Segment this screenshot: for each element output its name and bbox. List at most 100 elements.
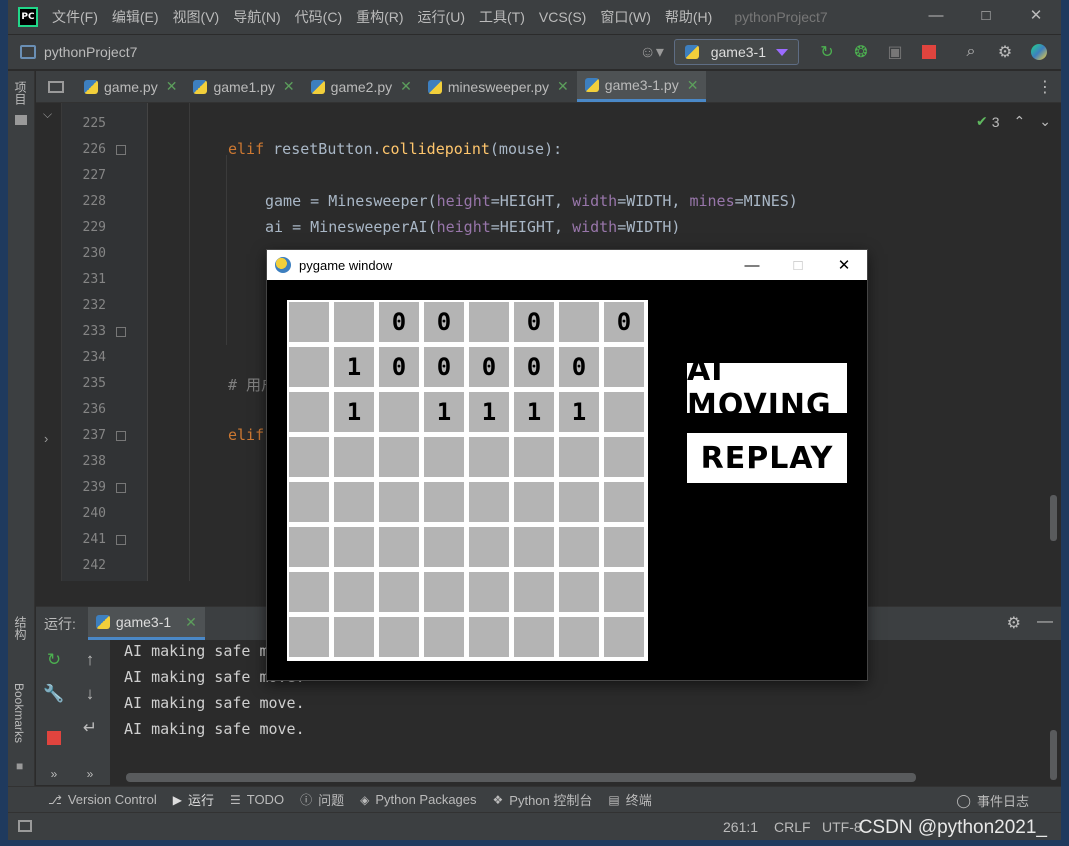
board-cell[interactable] [559, 527, 599, 567]
panel-toggle-icon[interactable] [36, 71, 76, 102]
board-cell[interactable] [604, 617, 644, 657]
board-cell[interactable] [559, 437, 599, 477]
board-cell[interactable] [514, 482, 554, 522]
fold-marker-icon[interactable] [116, 145, 126, 155]
close-icon[interactable]: ✕ [687, 77, 699, 94]
inspection-widget[interactable]: ✔ 3 ⌃ ⌄ [976, 113, 1051, 130]
board-cell[interactable]: 0 [469, 347, 509, 387]
board-cell[interactable]: 0 [379, 302, 419, 342]
board-cell[interactable]: 1 [559, 392, 599, 432]
board-cell[interactable] [334, 617, 374, 657]
chevron-up-icon[interactable]: ⌃ [1014, 113, 1026, 130]
menu-navigate[interactable]: 导航(N) [233, 7, 280, 27]
coverage-icon[interactable]: ▣ [881, 38, 909, 66]
menu-window[interactable]: 窗口(W) [600, 7, 651, 27]
tab-game[interactable]: game.py ✕ [76, 71, 185, 102]
tab-game3-1[interactable]: game3-1.py ✕ [576, 71, 707, 102]
editor-scrollbar[interactable] [1050, 495, 1057, 541]
debug-icon[interactable]: ❂ [847, 38, 875, 66]
board-cell[interactable] [379, 617, 419, 657]
board-cell[interactable] [379, 482, 419, 522]
tool-version-control[interactable]: ⎇ Version Control [48, 792, 157, 807]
board-cell[interactable] [469, 302, 509, 342]
board-cell[interactable]: 0 [559, 347, 599, 387]
board-cell[interactable] [604, 392, 644, 432]
menu-code[interactable]: 代码(C) [295, 7, 342, 27]
board-cell[interactable] [334, 482, 374, 522]
gear-icon[interactable]: ⚙ [1007, 613, 1021, 633]
close-icon[interactable]: ✕ [821, 250, 867, 280]
board-cell[interactable] [469, 437, 509, 477]
board-cell[interactable] [289, 482, 329, 522]
board-cell[interactable]: 0 [604, 302, 644, 342]
board-cell[interactable] [424, 482, 464, 522]
line-separator[interactable]: CRLF [774, 819, 811, 835]
close-icon[interactable]: ✕ [400, 78, 412, 95]
close-icon[interactable]: ✕ [1011, 0, 1061, 30]
menu-help[interactable]: 帮助(H) [665, 7, 712, 27]
board-cell[interactable] [379, 437, 419, 477]
board-cell[interactable] [289, 527, 329, 567]
tab-game1[interactable]: game1.py ✕ [185, 71, 302, 102]
board-cell[interactable] [604, 347, 644, 387]
tab-game2[interactable]: game2.py ✕ [303, 71, 420, 102]
board-cell[interactable] [289, 617, 329, 657]
menu-run[interactable]: 运行(U) [418, 7, 465, 27]
run-tab[interactable]: game3-1 ✕ [87, 607, 205, 640]
board-cell[interactable] [424, 617, 464, 657]
board-cell[interactable] [469, 527, 509, 567]
file-encoding[interactable]: UTF-8 [822, 819, 862, 835]
board-cell[interactable]: 1 [469, 392, 509, 432]
close-icon[interactable]: ✕ [557, 78, 569, 95]
menu-edit[interactable]: 编辑(E) [112, 7, 159, 27]
fold-marker-icon[interactable] [116, 483, 126, 493]
pygame-titlebar[interactable]: pygame window — □ ✕ [267, 250, 867, 280]
board-cell[interactable] [559, 482, 599, 522]
chevron-down-icon[interactable]: ⌵ [43, 107, 52, 122]
user-icon[interactable]: ☺▾ [638, 38, 666, 66]
menu-view[interactable]: 视图(V) [173, 7, 220, 27]
board-cell[interactable]: 1 [334, 347, 374, 387]
board-cell[interactable] [469, 482, 509, 522]
board-cell[interactable] [334, 437, 374, 477]
structure-tool-label[interactable]: 结构 [12, 616, 29, 640]
board-cell[interactable] [379, 392, 419, 432]
plugin-icon[interactable] [1025, 38, 1053, 66]
board-cell[interactable] [514, 572, 554, 612]
board-cell[interactable]: 1 [514, 392, 554, 432]
stop-icon[interactable] [42, 726, 66, 750]
board-cell[interactable]: 0 [514, 347, 554, 387]
board-cell[interactable] [559, 302, 599, 342]
board-cell[interactable] [604, 527, 644, 567]
board-cell[interactable]: 1 [424, 392, 464, 432]
minimize-icon[interactable]: — [911, 0, 961, 30]
board-cell[interactable]: 0 [424, 347, 464, 387]
menu-vcs[interactable]: VCS(S) [539, 9, 586, 25]
more-icon[interactable]: » [42, 762, 66, 786]
fold-marker-icon[interactable] [116, 535, 126, 545]
more-tabs-icon[interactable]: ⋮ [1037, 77, 1053, 97]
search-icon[interactable]: ⌕ [957, 38, 985, 66]
board-cell[interactable] [424, 437, 464, 477]
project-tool-label[interactable]: 项目 [12, 81, 29, 105]
rerun-icon[interactable]: ↻ [42, 648, 66, 672]
more-icon[interactable]: » [78, 762, 102, 786]
board-cell[interactable]: 1 [334, 392, 374, 432]
board-cell[interactable] [559, 617, 599, 657]
tab-minesweeper[interactable]: minesweeper.py ✕ [420, 71, 577, 102]
console-hscrollbar[interactable] [126, 773, 916, 782]
arrow-down-icon[interactable]: ↓ [78, 682, 102, 706]
rerun-icon[interactable]: ↻ [813, 38, 841, 66]
board-cell[interactable] [289, 392, 329, 432]
board-cell[interactable] [559, 572, 599, 612]
maximize-icon[interactable]: □ [961, 0, 1011, 30]
console-vscrollbar[interactable] [1050, 730, 1057, 780]
board-cell[interactable]: 0 [514, 302, 554, 342]
board-cell[interactable] [289, 302, 329, 342]
board-cell[interactable] [469, 572, 509, 612]
close-icon[interactable]: ✕ [166, 78, 178, 95]
stop-icon[interactable] [915, 38, 943, 66]
replay-button[interactable]: REPLAY [687, 433, 847, 483]
menu-file[interactable]: 文件(F) [52, 7, 98, 27]
menu-refactor[interactable]: 重构(R) [356, 7, 403, 27]
